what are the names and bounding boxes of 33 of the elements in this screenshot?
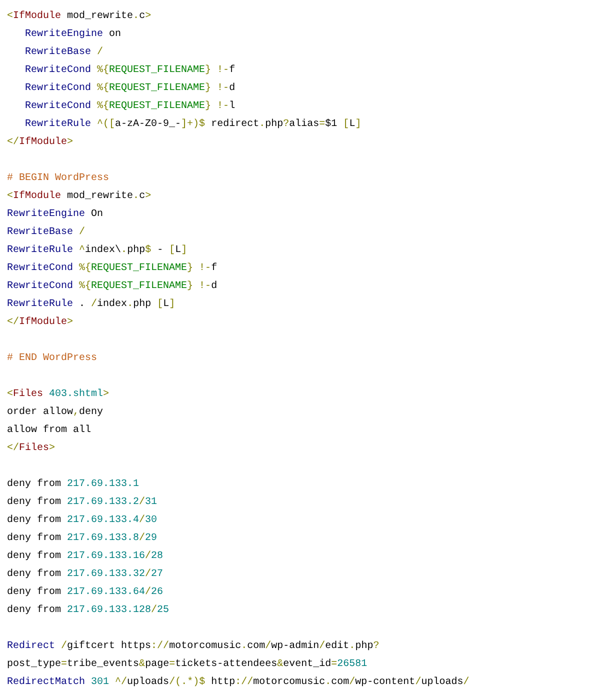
code-line: deny from 217.69.133.128/25 (7, 604, 170, 618)
code-line: RewriteCond %{REQUEST_FILENAME} !-f (7, 262, 218, 276)
code-line: # BEGIN WordPress (7, 172, 110, 186)
code-line: deny from 217.69.133.64/26 (7, 586, 164, 600)
code-line: RewriteRule ^index\.php$ - [L] (7, 244, 188, 258)
code-line: order allow,deny (7, 406, 104, 420)
code-line: RewriteEngine on (24, 28, 122, 42)
code-line: RewriteBase / (7, 226, 86, 240)
code-line: # END WordPress (7, 352, 98, 366)
code-line: post_type=tribe_events&page=tickets-attendees&event_id=26581 (7, 658, 368, 672)
code-line: deny from 217.69.133.4/30 (7, 514, 158, 528)
code-line: Redirect /giftcert https://motorcomusic.com/wp-admin/edit.php? (7, 640, 380, 654)
code-line: deny from 217.69.133.8/29 (7, 532, 158, 546)
code-line: RewriteRule ^([a-zA-Z0-9_-]+)$ redirect.php?alias=$1 [L] (24, 118, 362, 132)
code-line: RedirectMatch 301 ^/uploads/(.*)$ http://motorcomusic.com/wp-content/uploads/ (7, 676, 470, 690)
code-line: </Files> (7, 442, 56, 456)
code-line: RewriteCond %{REQUEST_FILENAME} !-d (24, 82, 236, 96)
code-line: </IfModule> (7, 136, 74, 150)
code-line: RewriteEngine On (7, 208, 104, 222)
code-line: </IfModule> (7, 316, 74, 330)
code-line: allow from all (7, 424, 92, 438)
code-line: <IfModule mod_rewrite.c> (7, 190, 152, 204)
code-line: deny from 217.69.133.1 (7, 478, 140, 492)
code-line: <Files 403.shtml> (7, 388, 110, 402)
code-line: deny from 217.69.133.16/28 (7, 550, 164, 564)
code-line: RewriteBase / (24, 46, 104, 60)
code-line: RewriteCond %{REQUEST_FILENAME} !-l (24, 100, 236, 114)
code-line: RewriteCond %{REQUEST_FILENAME} !-d (7, 280, 218, 294)
code-line: deny from 217.69.133.32/27 (7, 568, 164, 582)
code-line: RewriteCond %{REQUEST_FILENAME} !-f (24, 64, 236, 78)
code-line: deny from 217.69.133.2/31 (7, 496, 158, 510)
code-line: <IfModule mod_rewrite.c> (7, 10, 152, 24)
code-line: RewriteRule . /index.php [L] (7, 298, 176, 312)
